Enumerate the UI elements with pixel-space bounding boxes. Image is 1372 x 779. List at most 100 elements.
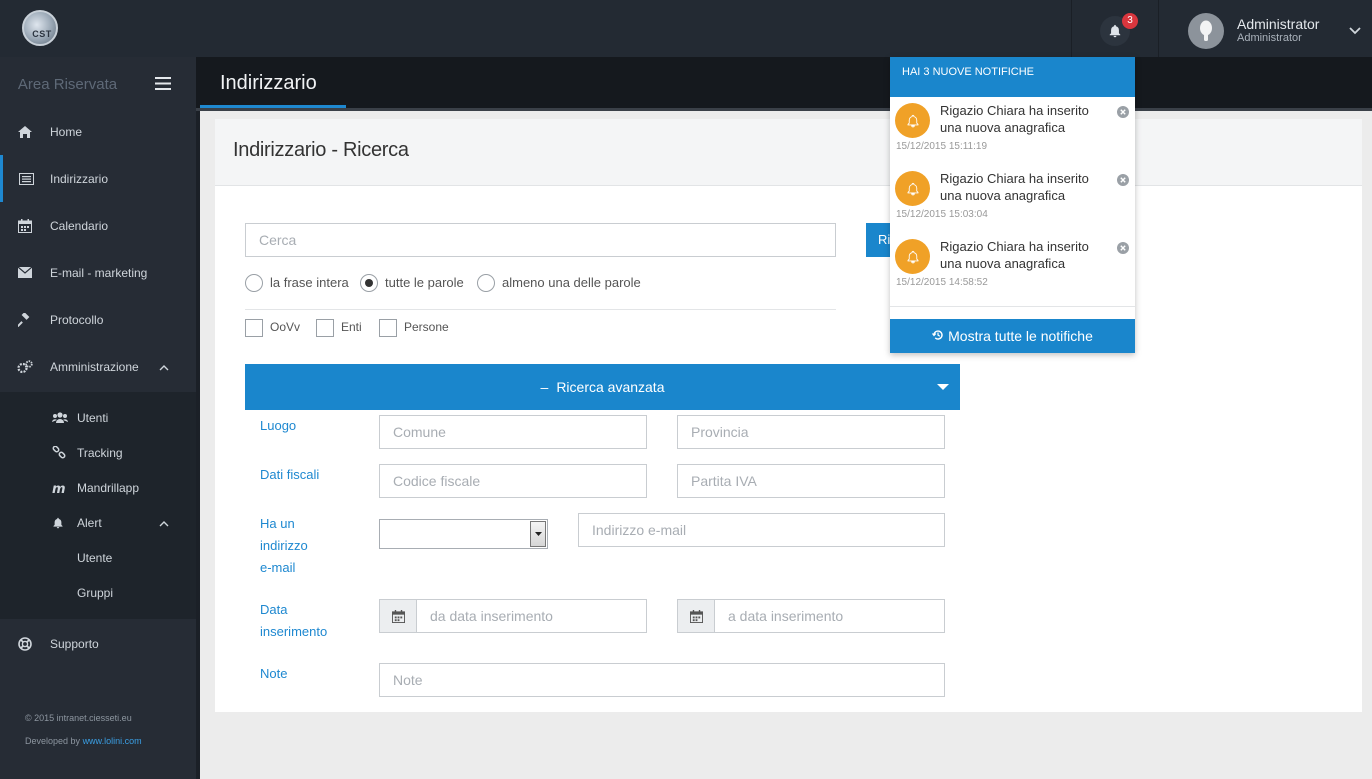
sidebar-item-alert[interactable]: Alert (0, 505, 196, 540)
sidebar-item-calendario[interactable]: Calendario (0, 202, 196, 249)
page-header-border (196, 108, 1372, 111)
has-email-select[interactable] (379, 519, 548, 549)
notification-item[interactable]: Rigazio Chiara ha inserito una nuova ana… (890, 234, 1135, 302)
footer-developer-link[interactable]: www.lolini.com (83, 736, 142, 746)
notification-item[interactable]: Rigazio Chiara ha inserito una nuova ana… (890, 166, 1135, 234)
sidebar-item-utente[interactable]: Utente (0, 540, 196, 575)
chevron-up-icon[interactable] (159, 360, 169, 374)
close-icon[interactable] (1117, 241, 1129, 259)
top-bar: CST 3 Administrator Administrator (0, 0, 1372, 57)
sidebar-item-label: Alert (77, 515, 102, 530)
date-to-input[interactable]: a data inserimento (714, 599, 945, 633)
notification-item[interactable]: Rigazio Chiara ha inserito una nuova ana… (890, 98, 1135, 166)
radio-almeno-una[interactable] (477, 274, 495, 292)
footer-developed-text: Developed by (25, 736, 81, 746)
field-label-line: Data (260, 602, 288, 617)
sidebar-gutter (196, 108, 200, 779)
notification-text: Rigazio Chiara ha inserito una nuova ana… (940, 170, 1115, 204)
show-all-notifications-button[interactable]: Mostra tutte le notifiche (890, 319, 1135, 353)
sidebar-item-protocollo[interactable]: Protocollo (0, 296, 196, 343)
logo-text: CST (32, 29, 52, 39)
search-panel: Indirizzario - Ricerca Cerca Ricerca la … (215, 119, 1362, 712)
hamburger-menu-icon[interactable] (155, 77, 171, 95)
notification-time: 15/12/2015 15:03:04 (896, 209, 988, 220)
user-role: Administrator (1237, 32, 1302, 44)
sidebar-item-utenti[interactable]: Utenti (0, 400, 196, 435)
notification-count-badge: 3 (1122, 13, 1138, 29)
sidebar-item-gruppi[interactable]: Gruppi (0, 575, 196, 610)
sidebar-item-home[interactable]: Home (0, 108, 196, 155)
checkbox-oovv[interactable] (245, 319, 263, 337)
sidebar: Area Riservata Home Indirizzario Calenda… (0, 57, 196, 779)
sidebar-item-email-marketing[interactable]: E-mail - marketing (0, 249, 196, 296)
calendar-icon[interactable] (677, 599, 715, 633)
notifications-toggle[interactable]: 3 (1071, 0, 1159, 57)
list-icon (3, 172, 50, 185)
radio-label: la frase intera (270, 275, 349, 290)
comune-input[interactable]: Comune (379, 415, 647, 449)
sidebar-item-supporto[interactable]: Supporto (0, 620, 196, 667)
notification-line: Rigazio Chiara ha inserito (940, 239, 1089, 254)
chevron-up-icon[interactable] (159, 516, 169, 530)
sidebar-item-label: Protocollo (50, 312, 104, 327)
notifications-header: HAI 3 NUOVE NOTIFICHE (890, 57, 1135, 97)
sidebar-item-mandrillapp[interactable]: m Mandrillapp (0, 470, 196, 505)
sidebar-item-label: Mandrillapp (77, 480, 140, 495)
notification-time: 15/12/2015 14:58:52 (896, 277, 988, 288)
chevron-down-icon[interactable] (1349, 22, 1361, 40)
bell-icon (895, 103, 930, 138)
date-from-input[interactable]: da data inserimento (416, 599, 647, 633)
sidebar-item-label: Home (50, 124, 83, 139)
divider (890, 306, 1135, 307)
caret-down-icon[interactable] (937, 384, 949, 390)
close-icon[interactable] (1117, 173, 1129, 191)
note-input[interactable]: Note (379, 663, 945, 697)
checkbox-persone[interactable] (379, 319, 397, 337)
calendar-icon[interactable] (379, 599, 417, 633)
radio-tutte-parole[interactable] (360, 274, 378, 292)
svg-text:m: m (52, 482, 66, 494)
checkbox-enti[interactable] (316, 319, 334, 337)
advanced-search-toggle[interactable]: – Ricerca avanzata (245, 364, 960, 410)
panel-header: Indirizzario - Ricerca (215, 119, 1362, 186)
sidebar-item-tracking[interactable]: Tracking (0, 435, 196, 470)
radio-frase-intera[interactable] (245, 274, 263, 292)
sidebar-item-label: Supporto (50, 636, 99, 651)
notification-text: Rigazio Chiara ha inserito una nuova ana… (940, 102, 1115, 136)
panel-title: Indirizzario - Ricerca (233, 139, 409, 161)
user-avatar[interactable] (1188, 13, 1224, 49)
lifebuoy-icon (0, 636, 50, 651)
search-input[interactable]: Cerca (245, 223, 836, 257)
sidebar-item-label: Utente (77, 550, 113, 565)
company-logo[interactable]: CST (22, 10, 58, 46)
sidebar-item-label: Indirizzario (50, 171, 109, 186)
partita-iva-input[interactable]: Partita IVA (677, 464, 945, 498)
codice-fiscale-input[interactable]: Codice fiscale (379, 464, 647, 498)
field-label-line: inserimento (260, 624, 328, 639)
footer-developed: Developed by www.lolini.com (25, 736, 142, 746)
sidebar-item-indirizzario[interactable]: Indirizzario (0, 155, 196, 202)
close-icon[interactable] (1117, 105, 1129, 123)
user-name[interactable]: Administrator (1237, 16, 1319, 32)
notifications-dropdown: HAI 3 NUOVE NOTIFICHE Rigazio Chiara ha … (890, 57, 1135, 353)
notification-time: 15/12/2015 15:11:19 (896, 141, 988, 152)
page-title: Indirizzario (220, 72, 317, 94)
bell-icon (0, 516, 77, 530)
notification-line: Rigazio Chiara ha inserito (940, 103, 1089, 118)
checkbox-label: OoVv (270, 320, 301, 334)
field-label-line: indirizzo (260, 538, 308, 553)
radio-label: tutte le parole (385, 275, 464, 290)
email-input[interactable]: Indirizzo e-mail (578, 513, 945, 547)
footer-copyright: © 2015 intranet.ciesseti.eu (25, 713, 132, 723)
cogs-icon (0, 359, 50, 374)
advanced-search-label: Ricerca avanzata (556, 379, 665, 395)
home-icon (0, 125, 50, 138)
search-button[interactable]: Ricerca (866, 223, 892, 257)
link-icon (0, 445, 77, 460)
provincia-input[interactable]: Provincia (677, 415, 945, 449)
users-icon (0, 411, 77, 424)
sidebar-item-amministrazione[interactable]: Amministrazione (0, 343, 196, 390)
field-label-luogo: Luogo (260, 418, 297, 433)
notification-line: una nuova anagrafica (940, 256, 1066, 271)
select-arrow-icon[interactable] (530, 521, 546, 547)
